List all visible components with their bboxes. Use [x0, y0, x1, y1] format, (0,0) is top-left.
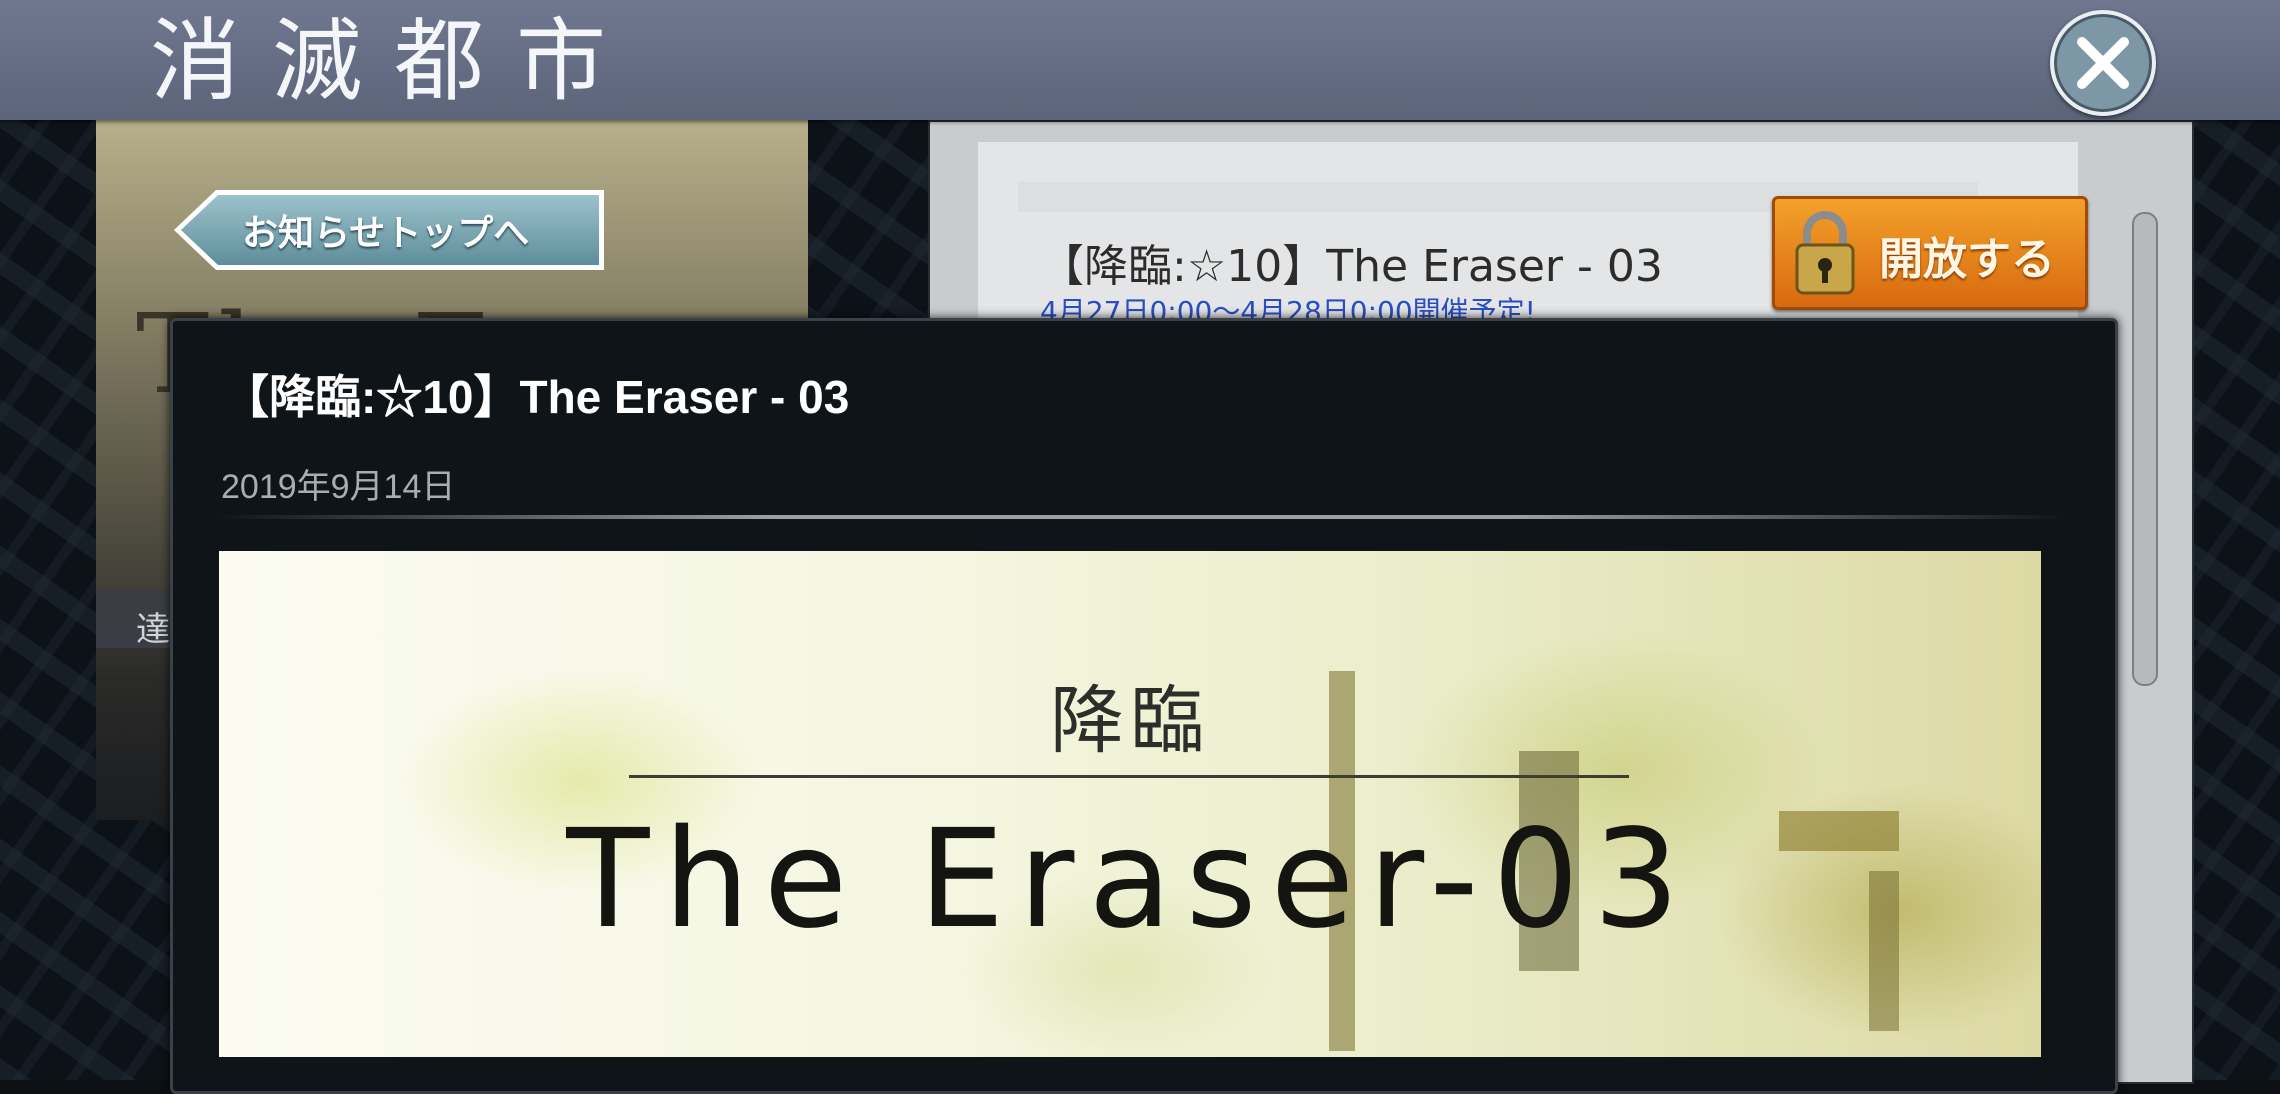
left-strip-text: 達 [136, 610, 170, 650]
divider [217, 515, 2067, 519]
banner-title: The Eraser-03 [566, 801, 1694, 959]
news-detail-modal: 【降臨:☆10】The Eraser - 03 2019年9月14日 降臨 Th… [170, 318, 2118, 1094]
banner-kanji: 降臨 [1050, 678, 1210, 764]
close-button[interactable] [2050, 10, 2156, 116]
lock-icon [1795, 211, 1855, 295]
unlock-button[interactable]: 開放する [1772, 196, 2088, 310]
app-logo: 消滅都市 [150, 9, 638, 114]
back-button-label: お知らせトップへ [242, 213, 530, 254]
banner-line [629, 775, 1629, 778]
news-date: 2019年9月14日 [221, 468, 456, 506]
unlock-label: 開放する [1879, 234, 2055, 285]
news-title: 【降臨:☆10】The Eraser - 03 [223, 371, 850, 423]
back-to-news-top-button[interactable]: お知らせトップへ [172, 188, 608, 272]
app-header: 消滅都市 [0, 0, 2280, 120]
event-banner-image: 降臨 The Eraser-03 [219, 551, 2041, 1057]
event-title: 【降臨:☆10】The Eraser - 03 [1040, 241, 1663, 292]
close-icon [2077, 37, 2129, 89]
scrollbar[interactable] [2132, 212, 2158, 686]
